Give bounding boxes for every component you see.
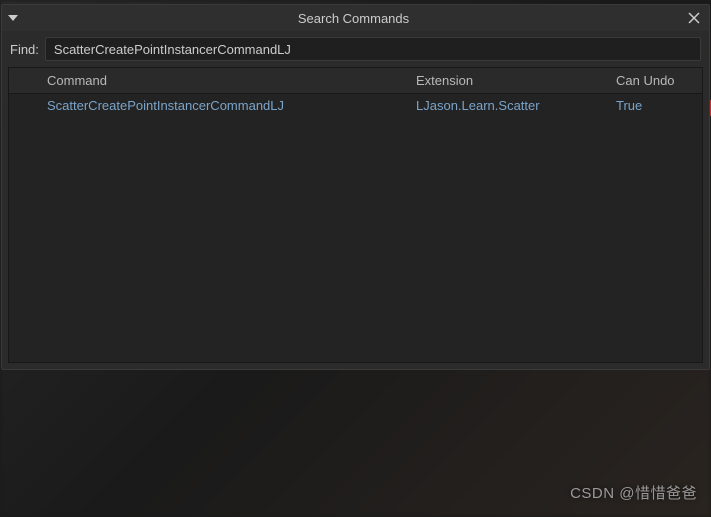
dialog-title: Search Commands — [22, 11, 685, 26]
table-header: Command Extension Can Undo — [9, 68, 702, 94]
close-icon — [688, 12, 700, 24]
header-can-undo[interactable]: Can Undo — [608, 73, 702, 88]
cell-can-undo: True — [608, 98, 702, 113]
header-extension[interactable]: Extension — [408, 73, 608, 88]
find-input[interactable] — [45, 37, 701, 61]
find-label: Find: — [10, 42, 39, 57]
table-row[interactable]: ScatterCreatePointInstancerCommandLJ LJa… — [9, 94, 702, 116]
search-commands-dialog: Search Commands Find: Command Extension … — [1, 4, 710, 370]
cell-command: ScatterCreatePointInstancerCommandLJ — [39, 98, 408, 113]
watermark: CSDN @惜惜爸爸 — [570, 482, 697, 503]
dropdown-icon[interactable] — [8, 15, 18, 21]
find-row: Find: — [2, 31, 709, 67]
titlebar: Search Commands — [2, 5, 709, 31]
header-command[interactable]: Command — [39, 73, 408, 88]
results-table: Command Extension Can Undo ScatterCreate… — [8, 67, 703, 363]
cell-extension: LJason.Learn.Scatter — [408, 98, 608, 113]
close-button[interactable] — [685, 9, 703, 27]
